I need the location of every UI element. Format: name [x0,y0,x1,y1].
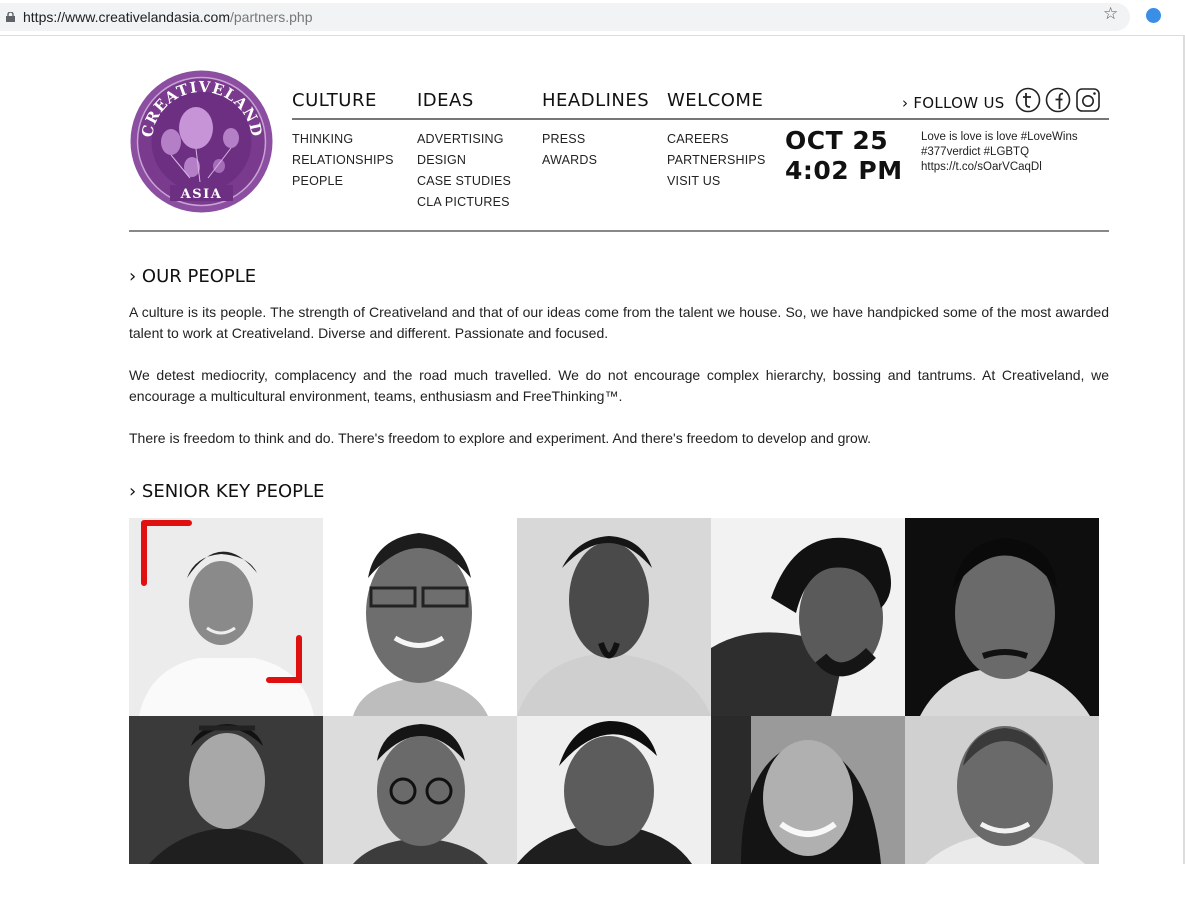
url-text: https://www.creativelandasia.com/partner… [23,9,313,25]
our-people-paragraph-3: There is freedom to think and do. There'… [129,430,872,446]
person-photo[interactable] [905,518,1099,716]
nav-ideas[interactable]: IDEAS [417,90,474,111]
latest-tweet: Love is love is love #LoveWins #377verdi… [921,130,1101,175]
our-people-paragraph-2: We detest mediocrity, complacency and th… [129,367,1109,404]
extension-icon[interactable] [1146,8,1161,23]
people-photo-grid [129,518,1099,864]
nav-divider [292,118,1109,120]
senior-key-people-title: › SENIOR KEY PEOPLE [129,481,325,502]
follow-us-label: › FOLLOW US [902,94,1005,112]
creativeland-asia-logo[interactable]: CREATIVELAND ASIA [130,70,273,213]
our-people-title: › OUR PEOPLE [129,266,257,287]
nav-item-thinking[interactable]: THINKING [292,129,394,150]
nav-item-people[interactable]: PEOPLE [292,171,394,192]
person-photo[interactable] [711,716,905,914]
nav-item-awards[interactable]: AWARDS [542,150,597,171]
address-bar[interactable]: https://www.creativelandasia.com/partner… [0,3,1130,31]
nav-item-careers[interactable]: CAREERS [667,129,766,150]
nav-item-relationships[interactable]: RELATIONSHIPS [292,150,394,171]
person-photo[interactable] [129,518,323,716]
bookmark-star-icon[interactable]: ☆ [1103,4,1118,24]
person-photo[interactable] [905,716,1099,914]
nav-item-design[interactable]: DESIGN [417,150,511,171]
person-photo[interactable] [517,716,711,914]
tweet-line-1: Love is love is love #LoveWins [921,131,1078,143]
nav-item-advertising[interactable]: ADVERTISING [417,129,511,150]
person-photo[interactable] [711,518,905,716]
page: CREATIVELAND ASIA CULTURE IDEAS HEADLINE… [0,36,1185,864]
nav-item-visit-us[interactable]: VISIT US [667,171,766,192]
person-photo[interactable] [323,518,517,716]
nav-item-cla-pictures[interactable]: CLA PICTURES [417,192,511,213]
instagram-icon[interactable] [1075,87,1101,113]
our-people-paragraph-1: A culture is its people. The strength of… [129,304,1109,341]
nav-welcome[interactable]: WELCOME [667,90,763,111]
nav-welcome-submenu: CAREERS PARTNERSHIPS VISIT US [667,129,766,192]
nav-culture-submenu: THINKING RELATIONSHIPS PEOPLE [292,129,394,192]
nav-item-case-studies[interactable]: CASE STUDIES [417,171,511,192]
nav-item-press[interactable]: PRESS [542,129,597,150]
browser-toolbar: https://www.creativelandasia.com/partner… [0,0,1185,36]
person-photo[interactable] [323,716,517,914]
logo-bottom-text: ASIA [180,187,223,202]
person-photo[interactable] [129,716,323,914]
tweet-line-2: #377verdict #LGBTQ [921,146,1030,158]
current-time: 4:02 PM [785,156,903,185]
nav-ideas-submenu: ADVERTISING DESIGN CASE STUDIES CLA PICT… [417,129,511,213]
header-divider [129,230,1109,232]
nav-culture[interactable]: CULTURE [292,90,377,111]
nav-item-partnerships[interactable]: PARTNERSHIPS [667,150,766,171]
nav-headlines-submenu: PRESS AWARDS [542,129,597,171]
twitter-icon[interactable] [1015,87,1041,113]
tweet-link[interactable]: https://t.co/sOarVCaqDl [921,160,1101,175]
person-photo[interactable] [517,518,711,716]
facebook-icon[interactable] [1045,87,1071,113]
current-datetime: OCT 25 4:02 PM [785,126,903,186]
current-date: OCT 25 [785,126,889,155]
lock-icon [6,12,15,22]
nav-headlines[interactable]: HEADLINES [542,90,649,111]
